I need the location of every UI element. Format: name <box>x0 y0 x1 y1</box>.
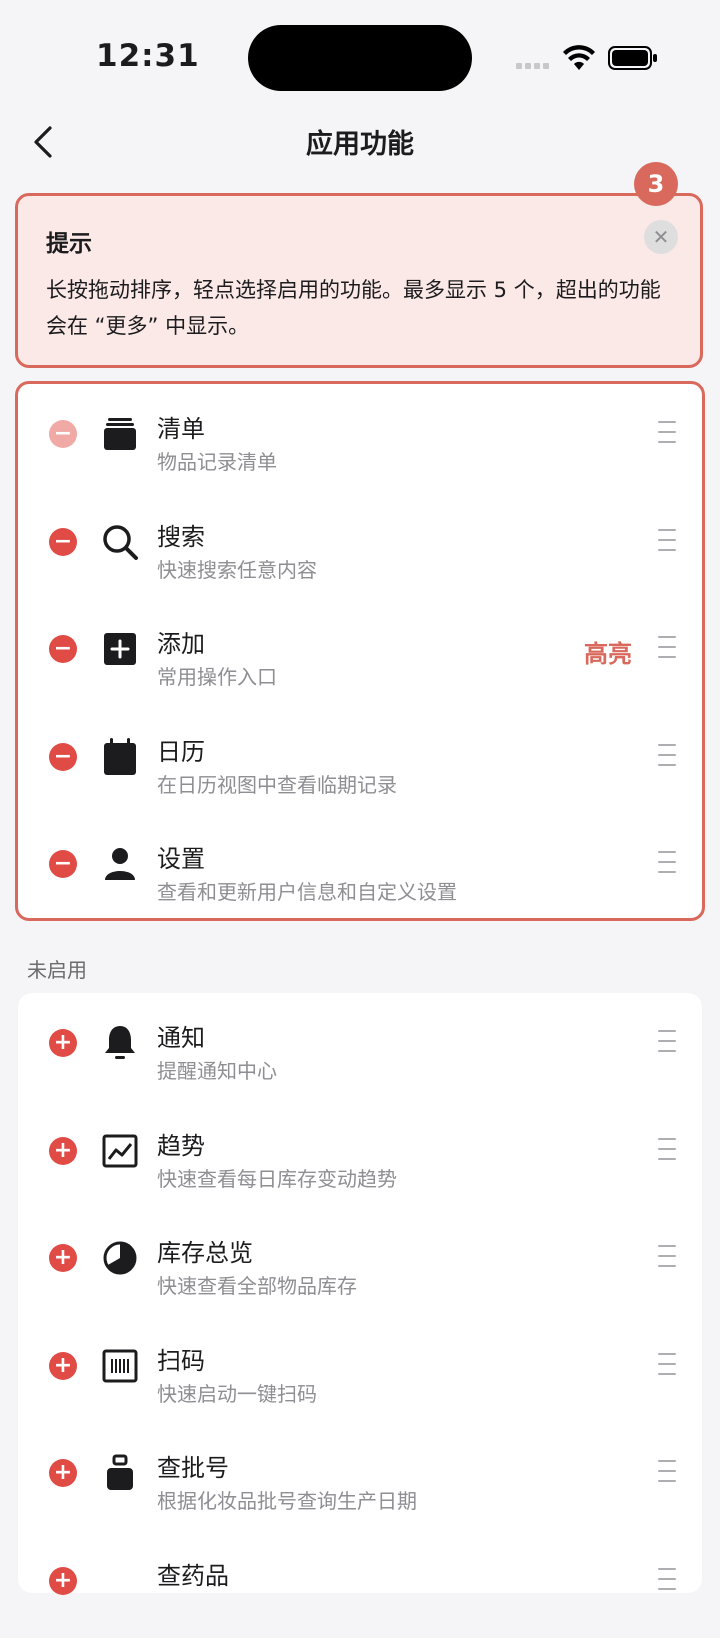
drag-handle-icon[interactable] <box>658 636 676 658</box>
page-title: 应用功能 <box>0 122 720 161</box>
calendar-icon <box>101 738 139 776</box>
drag-handle-icon[interactable] <box>658 1568 676 1590</box>
trend-chart-icon <box>101 1132 139 1170</box>
drag-handle-icon[interactable] <box>658 1030 676 1052</box>
item-name: 通知 <box>157 1018 205 1053</box>
item-name: 趋势 <box>157 1126 205 1161</box>
item-description: 在日历视图中查看临期记录 <box>157 769 397 798</box>
stack-icon <box>101 415 139 453</box>
item-description: 物品记录清单 <box>157 446 277 475</box>
battery-icon <box>608 46 658 70</box>
pill-icon <box>101 1562 139 1600</box>
tip-title: 提示 <box>46 224 92 258</box>
item-name: 设置 <box>157 839 205 874</box>
remove-button[interactable]: − <box>49 420 77 448</box>
drag-handle-icon[interactable] <box>658 851 676 873</box>
remove-button[interactable]: − <box>49 528 77 556</box>
tip-body: 长按拖动排序，轻点选择启用的功能。最多显示 5 个，超出的功能会在 “更多” 中… <box>46 272 678 344</box>
list-item[interactable]: + 查批号 根据化妆品批号查询生产日期 <box>18 1423 702 1531</box>
drag-handle-icon[interactable] <box>658 1460 676 1482</box>
wifi-icon <box>563 44 595 72</box>
item-name: 库存总览 <box>157 1233 253 1268</box>
close-icon[interactable]: ✕ <box>644 220 678 254</box>
user-icon <box>101 845 139 883</box>
add-button[interactable]: + <box>49 1459 77 1487</box>
item-name: 搜索 <box>157 517 205 552</box>
highlight-label: 高亮 <box>584 634 632 669</box>
cellular-signal-icon <box>516 63 552 69</box>
add-button[interactable]: + <box>49 1029 77 1057</box>
list-item[interactable]: + 查药品 <box>18 1531 702 1638</box>
status-bar: 12:31 <box>0 0 720 110</box>
item-name: 日历 <box>157 732 205 767</box>
remove-button[interactable]: − <box>49 850 77 878</box>
drag-handle-icon[interactable] <box>658 529 676 551</box>
tip-banner: 3 提示 ✕ 长按拖动排序，轻点选择启用的功能。最多显示 5 个，超出的功能会在… <box>15 193 703 368</box>
list-item[interactable]: − 日历 在日历视图中查看临期记录 <box>18 707 702 815</box>
add-square-icon <box>101 630 139 668</box>
scan-icon <box>101 1347 139 1385</box>
add-button[interactable]: + <box>49 1244 77 1272</box>
pie-chart-icon <box>101 1239 139 1277</box>
drag-handle-icon[interactable] <box>658 1138 676 1160</box>
list-item[interactable]: + 扫码 快速启动一键扫码 <box>18 1316 702 1424</box>
item-name: 清单 <box>157 409 205 444</box>
item-description: 快速查看每日库存变动趋势 <box>157 1163 397 1192</box>
enabled-feature-list: − 清单 物品记录清单 − 搜索 快速搜索任意内容 − <box>15 381 705 921</box>
dynamic-island <box>248 25 472 91</box>
section-header-disabled: 未启用 <box>27 954 87 983</box>
list-item[interactable]: − 搜索 快速搜索任意内容 <box>18 492 702 600</box>
drag-handle-icon[interactable] <box>658 744 676 766</box>
item-name: 添加 <box>157 624 205 659</box>
drag-handle-icon[interactable] <box>658 1353 676 1375</box>
list-item[interactable]: − 清单 物品记录清单 <box>18 384 702 492</box>
list-item[interactable]: + 通知 提醒通知中心 <box>18 993 702 1101</box>
item-description: 快速搜索任意内容 <box>157 554 317 583</box>
item-description: 查看和更新用户信息和自定义设置 <box>157 876 457 905</box>
remove-button[interactable]: − <box>49 635 77 663</box>
bottle-icon <box>101 1454 139 1492</box>
item-name: 查批号 <box>157 1448 229 1483</box>
add-button[interactable]: + <box>49 1352 77 1380</box>
item-description: 根据化妆品批号查询生产日期 <box>157 1485 417 1514</box>
add-button[interactable]: + <box>49 1567 77 1595</box>
status-time: 12:31 <box>96 38 200 74</box>
bell-icon <box>101 1024 139 1062</box>
navigation-bar: 应用功能 <box>0 110 720 174</box>
list-item[interactable]: − 添加 常用操作入口 高亮 <box>18 599 702 707</box>
search-icon <box>101 523 139 561</box>
step-badge: 3 <box>634 162 678 206</box>
item-description: 快速查看全部物品库存 <box>157 1270 357 1299</box>
item-description: 常用操作入口 <box>157 661 277 690</box>
disabled-feature-list: + 通知 提醒通知中心 + 趋势 快速查看每日库存变动趋势 + <box>18 993 702 1593</box>
add-button[interactable]: + <box>49 1137 77 1165</box>
item-name: 查药品 <box>157 1556 229 1591</box>
item-name: 扫码 <box>157 1341 205 1376</box>
drag-handle-icon[interactable] <box>658 421 676 443</box>
item-description: 快速启动一键扫码 <box>157 1378 317 1407</box>
drag-handle-icon[interactable] <box>658 1245 676 1267</box>
remove-button[interactable]: − <box>49 743 77 771</box>
list-item[interactable]: + 趋势 快速查看每日库存变动趋势 <box>18 1101 702 1209</box>
item-description: 提醒通知中心 <box>157 1055 277 1084</box>
list-item[interactable]: + 库存总览 快速查看全部物品库存 <box>18 1208 702 1316</box>
list-item[interactable]: − 设置 查看和更新用户信息和自定义设置 <box>18 814 702 922</box>
